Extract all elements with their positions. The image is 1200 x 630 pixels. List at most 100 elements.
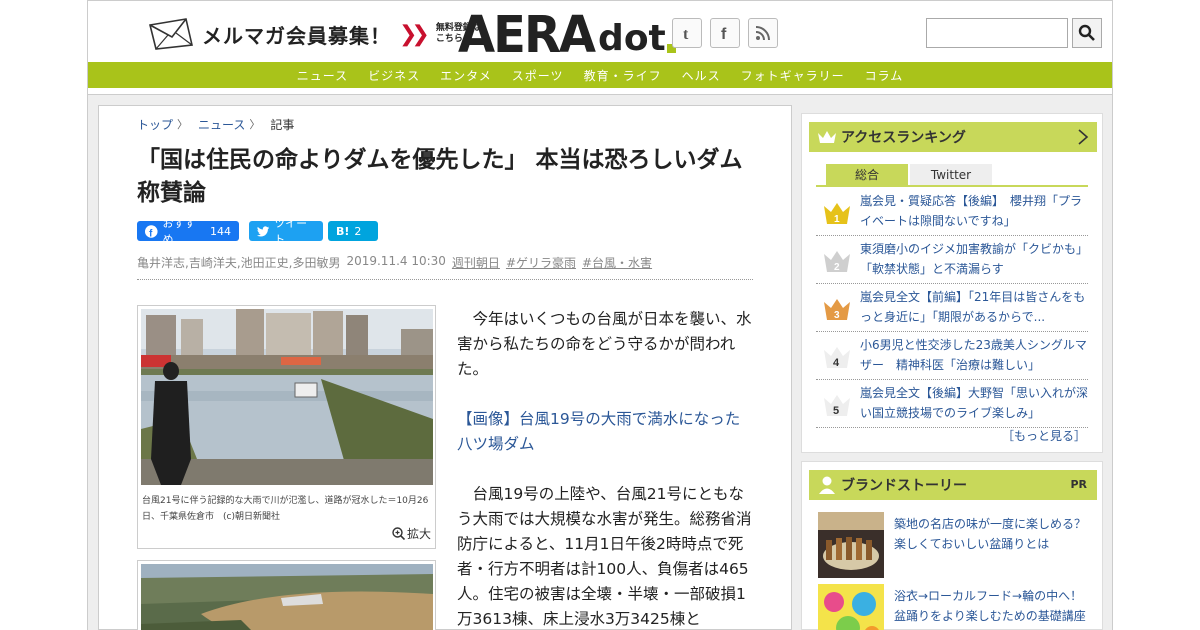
ranking-item[interactable]: 2 東須磨小のイジメ加害教諭が「クビかも」「軟禁状態」と不満漏らす <box>816 236 1088 284</box>
brand-thumbnail <box>818 512 884 578</box>
nav-item-business[interactable]: ビジネス <box>358 67 430 84</box>
ranking-list: 1 嵐会見・質疑応答【後編】 櫻井翔「プライベートは隙間ないですね」 2 東須磨… <box>816 188 1088 428</box>
ranking-link[interactable]: 嵐会見全文【前編】「21年目は皆さんをもっと身近に」「期限があるからで... <box>860 287 1090 327</box>
svg-text:5: 5 <box>833 405 839 417</box>
article-title: 「国は住民の命よりダムを優先した」 本当は恐ろしいダム称賛論 <box>137 147 743 206</box>
search-icon <box>1078 24 1095 41</box>
nav-item-entame[interactable]: エンタメ <box>430 67 502 84</box>
article-date: 2019.11.4 10:30 <box>346 254 446 268</box>
expand-label: 拡大 <box>406 527 431 541</box>
site-logo[interactable]: AERA dot <box>458 5 676 65</box>
article-paragraph: 今年はいくつもの台風が日本を襲い、水害から私たちの命をどう守るかが問われた。 <box>457 310 752 378</box>
silver-crown-icon: 2 <box>824 251 850 273</box>
nav-item-health[interactable]: ヘルス <box>672 67 731 84</box>
logo-dot: dot <box>598 18 666 59</box>
ranking-link[interactable]: 嵐会見全文【後編】大野智「思い入れが深い国立競技場でのライブ楽しみ」 <box>860 383 1090 423</box>
svg-text:1: 1 <box>834 214 840 225</box>
hatena-icon: B! <box>336 224 350 238</box>
tab-overall[interactable]: 総合 <box>826 164 908 185</box>
ranking-link[interactable]: 東須磨小のイジメ加害教諭が「クビかも」「軟禁状態」と不満漏らす <box>860 239 1090 279</box>
article-panel: トップ〉 ニュース〉 記事 「国は住民の命よりダムを優先した」 本当は恐ろしいダ… <box>98 105 792 630</box>
brand-title: ブランドストーリー <box>841 478 967 494</box>
ranking-tabs: 総合 Twitter <box>826 164 992 185</box>
article-meta: 亀井洋志,吉崎洋夫,池田正史,多田敏男 2019.11.4 10:30 週刊朝日… <box>137 254 652 271</box>
brand-header: ブランドストーリー PR <box>809 470 1097 500</box>
ranking-header[interactable]: アクセスランキング <box>809 122 1097 152</box>
nav-item-column[interactable]: コラム <box>855 67 914 84</box>
nav-item-sports[interactable]: スポーツ <box>502 67 574 84</box>
more-ranking-link[interactable]: ［もっと見る］ <box>1002 427 1086 444</box>
divider <box>137 279 753 280</box>
dam-gallery-link[interactable]: 【画像】台風19号の大雨で満水になった八ツ場ダム <box>457 410 740 453</box>
tag-link-typhoon-flood[interactable]: #台風・水害 <box>582 254 652 271</box>
svg-text:t: t <box>683 26 689 42</box>
brand-story-widget: ブランドストーリー PR 築地の名店の味が一度に楽しめる？楽しくておいしい盆踊り… <box>801 461 1103 630</box>
article-body: 今年はいくつもの台風が日本を襲い、水害から私たちの命をどう守るかが問われた。 【… <box>457 307 753 630</box>
hb-share-count: 2 <box>354 224 362 238</box>
pr-badge: PR <box>1070 478 1087 491</box>
svg-text:4: 4 <box>833 357 840 369</box>
search-input[interactable] <box>926 18 1068 48</box>
nav-item-news[interactable]: ニュース <box>287 67 358 84</box>
ranking-item[interactable]: 1 嵐会見・質疑応答【後編】 櫻井翔「プライベートは隙間ないですね」 <box>816 188 1088 236</box>
rank-badge-icon: 4 <box>824 347 850 369</box>
svg-text:3: 3 <box>834 310 840 321</box>
mailmag-label: メルマガ会員募集！ <box>202 23 391 48</box>
expand-button[interactable]: 拡大 <box>392 525 431 542</box>
ranking-widget: アクセスランキング 総合 Twitter 1 嵐会見・質疑応答【後編】 櫻井翔「… <box>801 113 1103 453</box>
search-button[interactable] <box>1072 18 1102 48</box>
twitter-share-button[interactable]: ツイート <box>249 217 323 246</box>
brand-story-link[interactable]: 浴衣→ローカルフード→輪の中へ！盆踊りをより楽しむための基礎講座 <box>894 586 1090 626</box>
tw-share-label: ツイート <box>274 217 308 246</box>
facebook-icon: f <box>145 224 158 238</box>
envelope-icon <box>149 18 193 50</box>
article-source-link[interactable]: 週刊朝日 <box>452 254 500 271</box>
photo-caption: 台風21号に伴う記録的な大雨で川が氾濫し、道路が冠水した＝10月26日、千葉県佐… <box>142 496 429 522</box>
fb-share-count: 144 <box>210 224 231 238</box>
breadcrumb: トップ〉 ニュース〉 記事 <box>137 116 294 133</box>
bronze-crown-icon: 3 <box>824 299 850 321</box>
brand-story-item[interactable]: 浴衣→ローカルフード→輪の中へ！盆踊りをより楽しむための基礎講座 <box>818 584 1088 630</box>
brand-story-link[interactable]: 築地の名店の味が一度に楽しめる？楽しくておいしい盆踊りとは <box>894 514 1090 554</box>
ranking-title: アクセスランキング <box>841 130 966 146</box>
person-icon <box>819 476 835 494</box>
chevron-right-icon: 〉 <box>249 118 261 131</box>
site-header: メルマガ会員募集！ ❯❯ 無料登録は こちら AERA dot t f <box>88 0 1112 62</box>
article-photo-1[interactable]: 台風21号に伴う記録的な大雨で川が氾濫し、道路が冠水した＝10月26日、千葉県佐… <box>137 305 436 549</box>
twitter-icon-button[interactable]: t <box>672 18 702 48</box>
article-photo-2[interactable] <box>137 560 436 630</box>
tabs-underline <box>816 185 1088 187</box>
fb-share-label: おすすめ <box>162 217 196 246</box>
rss-icon <box>755 26 770 41</box>
ranking-link[interactable]: 小6男児と性交渉した23歳美人シングルマザー 精神科医「治療は難しい」 <box>860 335 1090 375</box>
logo-aera: AERA <box>458 5 596 65</box>
tab-twitter[interactable]: Twitter <box>910 164 992 185</box>
twitter-icon: t <box>683 26 689 42</box>
chevron-right-icon: 〉 <box>177 118 189 131</box>
brand-story-item[interactable]: 築地の名店の味が一度に楽しめる？楽しくておいしい盆踊りとは <box>818 512 1088 578</box>
twitter-bird-icon <box>257 225 270 237</box>
ranking-item[interactable]: 5 嵐会見全文【後編】大野智「思い入れが深い国立競技場でのライブ楽しみ」 <box>816 380 1088 428</box>
breadcrumb-news[interactable]: ニュース <box>198 116 245 133</box>
zoom-in-icon <box>392 527 405 540</box>
facebook-share-button[interactable]: f おすすめ 144 <box>137 217 239 246</box>
breadcrumb-top[interactable]: トップ <box>137 116 173 133</box>
dam-photo <box>141 564 433 630</box>
facebook-icon-button[interactable]: f <box>710 18 740 48</box>
ranking-item[interactable]: 3 嵐会見全文【前編】「21年目は皆さんをもっと身近に」「期限があるからで... <box>816 284 1088 332</box>
ranking-item[interactable]: 4 小6男児と性交渉した23歳美人シングルマザー 精神科医「治療は難しい」 <box>816 332 1088 380</box>
hatena-bookmark-button[interactable]: B! 2 <box>328 221 378 241</box>
flood-photo <box>141 309 433 485</box>
crown-icon <box>818 131 836 143</box>
article-paragraph: 台風19号の上陸や、台風21号にともなう大雨では大規模な水害が発生。総務省消防庁… <box>457 485 752 628</box>
tag-link-guerrilla-rain[interactable]: #ゲリラ豪雨 <box>506 254 576 271</box>
mailmag-banner[interactable]: メルマガ会員募集！ ❯❯ 無料登録は こちら <box>148 17 481 51</box>
rss-icon-button[interactable] <box>748 18 778 48</box>
brand-thumbnail <box>818 584 884 630</box>
nav-item-photo-gallery[interactable]: フォトギャラリー <box>731 67 855 84</box>
chevron-right-icon <box>1078 129 1089 145</box>
main-nav: ニュース ビジネス エンタメ スポーツ 教育・ライフ ヘルス フォトギャラリー … <box>88 62 1112 88</box>
nav-item-education-life[interactable]: 教育・ライフ <box>574 67 672 84</box>
double-chevron-icon: ❯❯ <box>399 21 430 47</box>
ranking-link[interactable]: 嵐会見・質疑応答【後編】 櫻井翔「プライベートは隙間ないですね」 <box>860 191 1090 231</box>
